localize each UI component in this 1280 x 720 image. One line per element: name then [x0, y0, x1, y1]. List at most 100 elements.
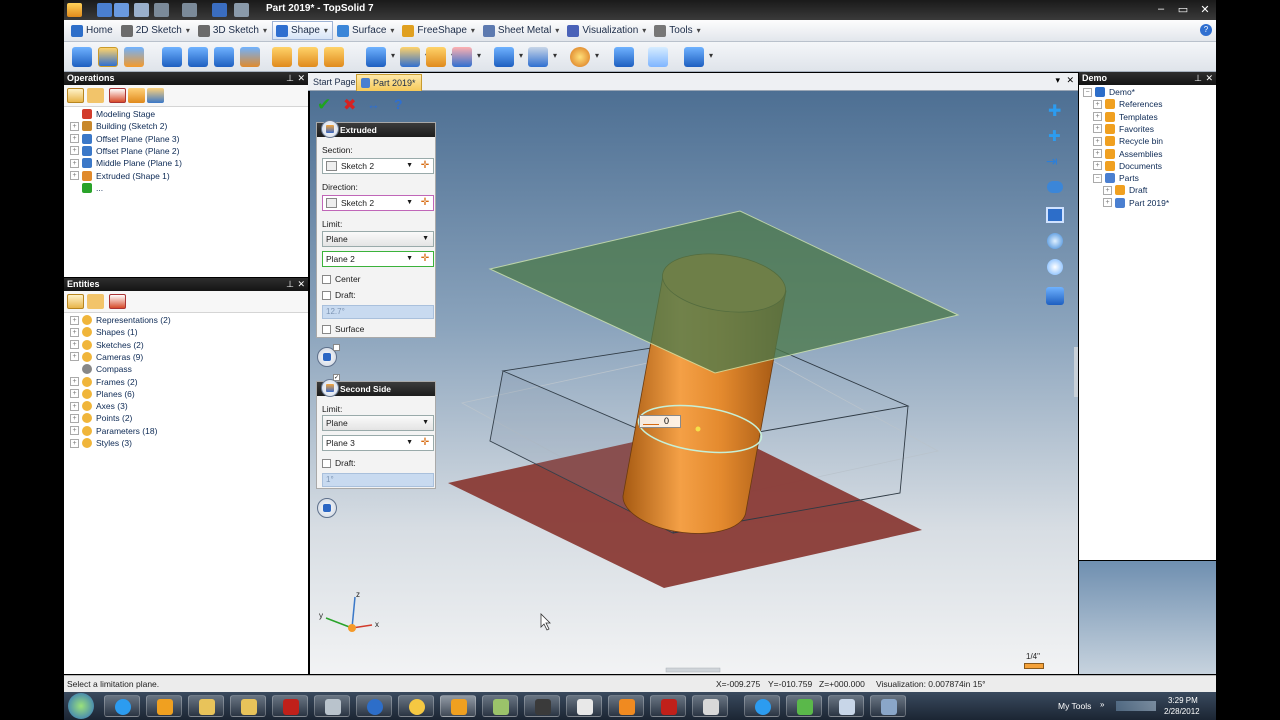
- splitter-grip[interactable]: [1074, 347, 1078, 397]
- help-info-icon[interactable]: ?: [394, 96, 403, 112]
- expand-icon[interactable]: −: [1083, 87, 1092, 97]
- cone-tool-icon[interactable]: [240, 47, 260, 67]
- project-item[interactable]: + References: [1093, 98, 1162, 110]
- split-tool-icon[interactable]: [452, 47, 481, 67]
- pen-icon[interactable]: [212, 3, 227, 17]
- operation-item[interactable]: + Offset Plane (Plane 3): [70, 133, 179, 145]
- app15-taskbar-button[interactable]: [692, 695, 728, 717]
- close-document-icon[interactable]: ✕: [1066, 75, 1074, 86]
- direction-arrow-icon[interactable]: ⇥: [1046, 153, 1058, 170]
- chamfer-tool-icon[interactable]: [298, 47, 318, 67]
- app17-taskbar-button[interactable]: [786, 695, 822, 717]
- expand-icon[interactable]: +: [70, 121, 79, 131]
- entity-item[interactable]: + Sketches (2): [70, 339, 144, 351]
- expand-icon[interactable]: −: [1093, 173, 1102, 183]
- chevron-down-icon[interactable]: ▾: [324, 26, 328, 35]
- expand-icon[interactable]: +: [1103, 185, 1112, 195]
- center-checkbox-box[interactable]: [322, 274, 331, 284]
- entity-item[interactable]: + Representations (2): [70, 314, 171, 326]
- operation-item[interactable]: + Building (Sketch 2): [70, 120, 167, 132]
- tab-list-icon[interactable]: ▾: [1055, 75, 1060, 86]
- app19-taskbar-button[interactable]: [870, 695, 906, 717]
- pick-target-icon[interactable]: ✛: [419, 437, 431, 449]
- operation-item[interactable]: + Offset Plane (Plane 2): [70, 145, 179, 157]
- chevron-down-icon[interactable]: ▾: [390, 26, 394, 35]
- tree-view-icon[interactable]: [67, 294, 84, 309]
- revolved-tool-icon[interactable]: [98, 47, 118, 67]
- app7-taskbar-button[interactable]: [356, 695, 392, 717]
- pipe-tool-icon[interactable]: [124, 47, 144, 67]
- ie-taskbar-button[interactable]: [104, 695, 140, 717]
- chevron-down-icon[interactable]: ▼: [422, 232, 429, 246]
- pin-icon[interactable]: ⊥: [1194, 72, 1202, 85]
- project-item[interactable]: − Demo*: [1083, 86, 1135, 98]
- app13-taskbar-button[interactable]: [608, 695, 644, 717]
- zoom-icon[interactable]: [1047, 259, 1063, 275]
- expand-icon[interactable]: +: [70, 352, 79, 362]
- skype-taskbar-button[interactable]: [744, 695, 780, 717]
- clock-date[interactable]: 2/28/2012: [1164, 707, 1200, 716]
- tree-view-icon[interactable]: [67, 88, 84, 103]
- project-item[interactable]: + Templates: [1093, 111, 1158, 123]
- entity-item[interactable]: + Cameras (9): [70, 351, 143, 363]
- close-icon[interactable]: ✕: [297, 72, 305, 85]
- block-tool-icon[interactable]: [162, 47, 182, 67]
- project-item[interactable]: − Parts: [1093, 172, 1139, 184]
- expand-icon[interactable]: +: [70, 340, 79, 350]
- pattern-tool-icon[interactable]: [494, 47, 523, 67]
- tab-sheet-metal[interactable]: Sheet Metal ▾: [480, 21, 563, 40]
- cancel-x-icon[interactable]: ✖: [343, 95, 356, 115]
- my-tools-toolbar[interactable]: My Tools: [1058, 701, 1091, 711]
- minimize-button[interactable]: –: [1150, 0, 1172, 18]
- camera-orbit-icon[interactable]: [1047, 181, 1063, 193]
- app8-taskbar-button[interactable]: [398, 695, 434, 717]
- pick-target-icon[interactable]: ✛: [419, 253, 431, 265]
- app12-taskbar-button[interactable]: [566, 695, 602, 717]
- chevron-down-icon[interactable]: ▼: [406, 252, 413, 266]
- filter-icon[interactable]: [87, 88, 104, 103]
- expand-icon[interactable]: +: [70, 146, 79, 156]
- close-icon[interactable]: ✕: [297, 278, 305, 291]
- transparency-tool-icon[interactable]: [648, 47, 668, 67]
- layout-grid-icon[interactable]: [1046, 207, 1064, 223]
- tab-surface[interactable]: Surface ▾: [334, 21, 398, 40]
- help-icon[interactable]: ?: [1200, 24, 1212, 36]
- second-side-enabled-checkbox[interactable]: ✓: [333, 374, 340, 381]
- expand-icon[interactable]: +: [70, 171, 79, 180]
- redo-icon[interactable]: [182, 3, 197, 17]
- chevron-down-icon[interactable]: ▾: [263, 26, 267, 35]
- view-cube-icon[interactable]: [1046, 287, 1064, 305]
- explorer-taskbar-button[interactable]: [188, 695, 224, 717]
- app10-taskbar-button[interactable]: [482, 695, 518, 717]
- expand-icon[interactable]: +: [70, 389, 79, 399]
- reorder-icon[interactable]: [147, 88, 164, 103]
- material-tool-icon[interactable]: [614, 47, 634, 67]
- tray-icons[interactable]: [1116, 701, 1156, 711]
- transform-tool-icon[interactable]: [684, 47, 713, 67]
- topsolid-taskbar-button[interactable]: [440, 695, 476, 717]
- start-orb-icon[interactable]: [68, 693, 94, 719]
- options-checkbox[interactable]: [333, 344, 340, 351]
- tab-start-page[interactable]: Start Page: [308, 74, 361, 91]
- second-draft-angle-field[interactable]: 1°: [322, 473, 434, 487]
- draft-angle-field[interactable]: 12.7°: [322, 305, 434, 319]
- goto-icon[interactable]: [109, 88, 126, 103]
- ok-check-icon[interactable]: ✔: [317, 95, 331, 115]
- operation-item[interactable]: + Extruded (Shape 1): [70, 170, 170, 182]
- project-item[interactable]: + Assemblies: [1093, 148, 1162, 160]
- plus-axis-icon[interactable]: ✚: [1048, 101, 1061, 121]
- chevron-down-icon[interactable]: ▼: [422, 416, 429, 430]
- expand-icon[interactable]: +: [70, 438, 79, 448]
- chevron-down-icon[interactable]: ▾: [555, 26, 559, 35]
- filter-icon[interactable]: [87, 294, 104, 309]
- expand-icon[interactable]: +: [70, 315, 79, 325]
- center-point[interactable]: [695, 426, 701, 432]
- expand-icon[interactable]: +: [70, 377, 79, 386]
- chevron-down-icon[interactable]: ▾: [471, 26, 475, 35]
- folder2-taskbar-button[interactable]: [230, 695, 266, 717]
- undo-icon[interactable]: [154, 3, 169, 17]
- shell-tool-icon[interactable]: [400, 47, 429, 67]
- center-checkbox[interactable]: Center: [322, 274, 361, 284]
- tab-part-2019[interactable]: Part 2019*: [356, 74, 422, 91]
- expand-icon[interactable]: +: [1103, 198, 1112, 208]
